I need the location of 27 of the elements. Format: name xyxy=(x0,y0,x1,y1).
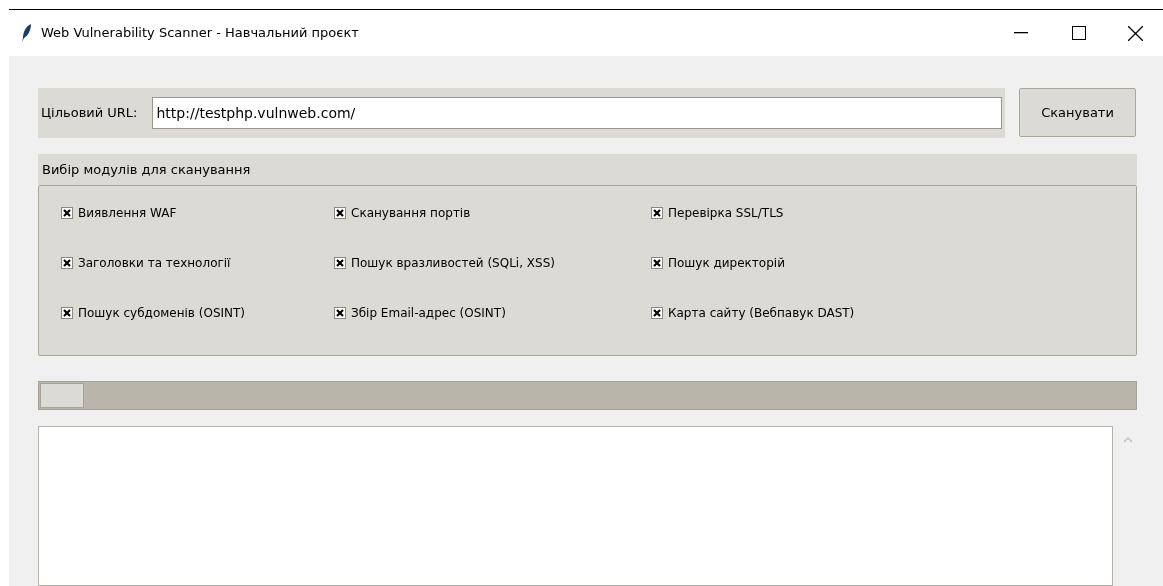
window-title: Web Vulnerability Scanner - Навчальний проєкт xyxy=(41,24,359,43)
checkbox-icon[interactable] xyxy=(651,257,663,269)
module-checkbox[interactable]: Заголовки та технології xyxy=(61,253,334,273)
maximize-icon[interactable] xyxy=(1072,26,1086,40)
module-checkbox[interactable]: Пошук директорій xyxy=(651,253,951,273)
minimize-icon[interactable] xyxy=(1014,32,1028,34)
module-checkbox[interactable]: Пошук субдоменів (OSINT) xyxy=(61,303,334,323)
checkbox-icon[interactable] xyxy=(651,307,663,319)
checkbox-icon[interactable] xyxy=(334,207,346,219)
checkbox-icon[interactable] xyxy=(334,307,346,319)
module-checkbox[interactable]: Пошук вразливостей (SQLi, XSS) xyxy=(334,253,651,273)
url-label: Цільовий URL: xyxy=(41,104,138,123)
module-checkbox[interactable]: Сканування портів xyxy=(334,203,651,223)
scan-button[interactable]: Сканувати xyxy=(1019,88,1136,137)
close-icon[interactable] xyxy=(1127,25,1143,41)
module-checkbox[interactable]: Карта сайту (Вебпавук DAST) xyxy=(651,303,951,323)
url-field[interactable]: http://testphp.vulnweb.com/ xyxy=(151,97,1002,129)
module-checkbox[interactable]: Перевірка SSL/TLS xyxy=(651,203,951,223)
checkbox-icon[interactable] xyxy=(334,257,346,269)
checkbox-icon[interactable] xyxy=(651,207,663,219)
checkbox-icon[interactable] xyxy=(61,207,73,219)
feather-icon xyxy=(22,24,32,42)
module-checkbox[interactable]: Збір Email-адрес (OSINT) xyxy=(334,303,651,323)
module-checkbox[interactable]: Виявлення WAF xyxy=(61,203,334,223)
checkbox-icon[interactable] xyxy=(61,257,73,269)
checkbox-icon[interactable] xyxy=(61,307,73,319)
modules-title: Вибір модулів для сканування xyxy=(42,160,251,179)
